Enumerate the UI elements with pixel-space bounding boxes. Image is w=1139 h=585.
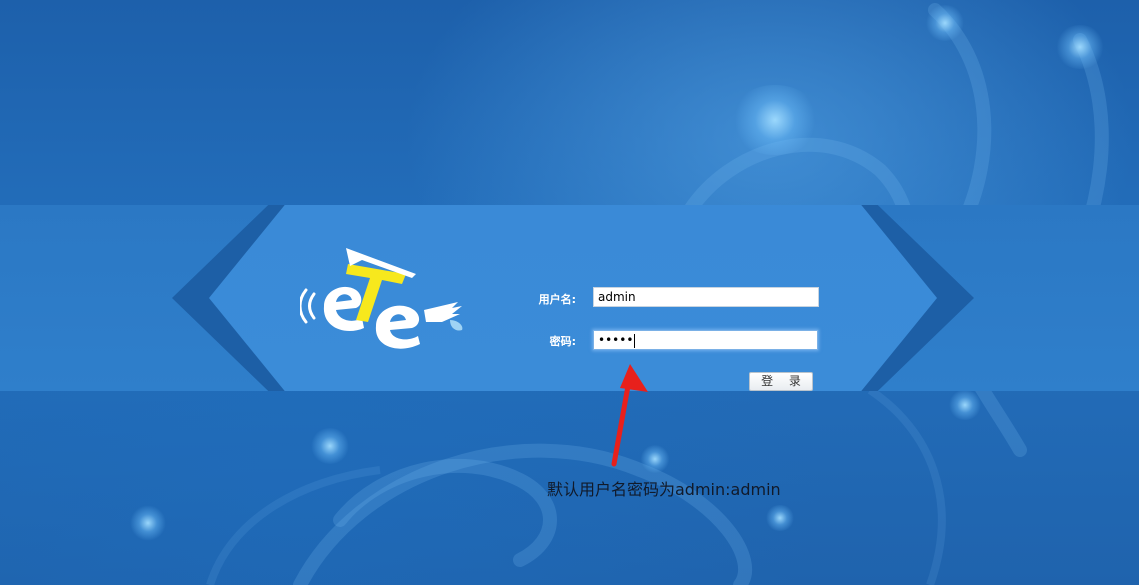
text-caret	[634, 333, 636, 348]
password-mask: •••••	[598, 333, 634, 347]
background-glow	[730, 85, 820, 155]
background-glow	[1055, 25, 1105, 69]
background-glow	[765, 505, 795, 531]
background-glow	[310, 428, 350, 464]
username-input[interactable]: admin	[593, 287, 819, 307]
red-arrow-icon	[611, 364, 648, 467]
background-glow	[948, 390, 982, 420]
default-credentials-note: 默认用户名密码为admin:admin	[547, 480, 781, 499]
username-label: 用户名:	[538, 293, 576, 306]
password-input[interactable]: •••••	[593, 330, 818, 350]
ete-logo	[300, 248, 463, 349]
login-button[interactable]: 登 录	[749, 372, 813, 391]
password-label: 密码:	[549, 335, 576, 348]
background-glow	[130, 505, 166, 541]
background-glow	[925, 5, 965, 41]
